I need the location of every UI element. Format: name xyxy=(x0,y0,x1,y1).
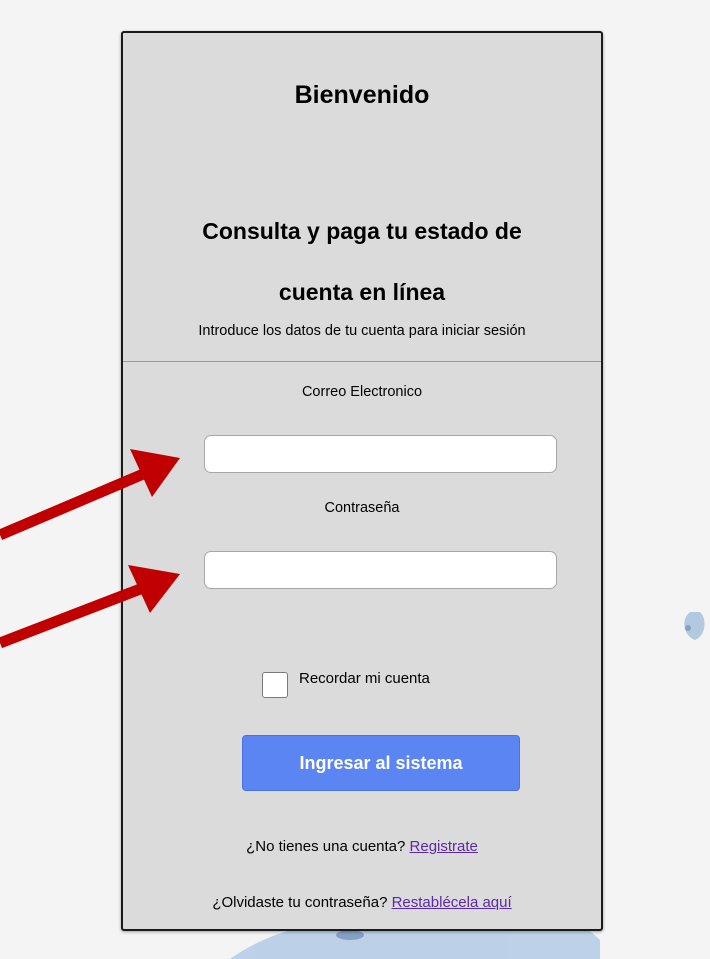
remember-checkbox[interactable] xyxy=(262,672,288,698)
register-link[interactable]: Registrate xyxy=(410,838,478,855)
page-subtitle: Consulta y paga tu estado de cuenta en l… xyxy=(123,201,601,323)
login-instructions: Introduce los datos de tu cuenta para in… xyxy=(198,323,526,339)
page-title: Bienvenido xyxy=(294,81,430,109)
password-label: Contraseña xyxy=(324,500,400,516)
email-label: Correo Electronico xyxy=(301,384,423,400)
register-line: ¿No tienes una cuenta? Registrate xyxy=(123,837,601,857)
email-field[interactable] xyxy=(204,435,557,473)
forgot-prompt: ¿Olvidaste tu contraseña? xyxy=(212,894,392,911)
reset-password-link[interactable]: Restablécela aquí xyxy=(392,894,512,911)
subtitle-line-2: cuenta en línea xyxy=(278,279,446,305)
register-prompt: ¿No tienes una cuenta? xyxy=(246,838,410,855)
login-button[interactable]: Ingresar al sistema xyxy=(242,735,520,791)
forgot-password-line: ¿Olvidaste tu contraseña? Restablécela a… xyxy=(123,893,601,913)
remember-row: Recordar mi cuenta xyxy=(262,669,430,698)
section-divider xyxy=(123,361,601,362)
password-field[interactable] xyxy=(204,551,557,589)
subtitle-line-1: Consulta y paga tu estado de xyxy=(202,218,522,244)
login-card: Bienvenido Consulta y paga tu estado de … xyxy=(121,31,603,931)
remember-label: Recordar mi cuenta xyxy=(299,670,430,687)
